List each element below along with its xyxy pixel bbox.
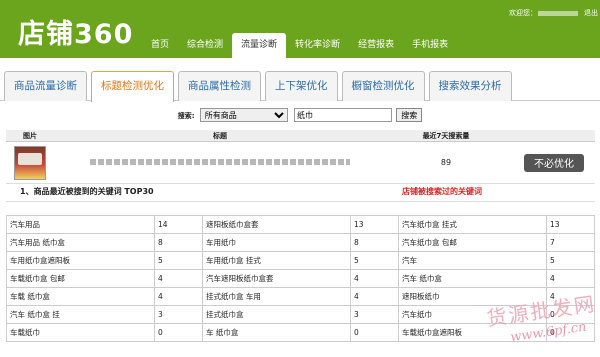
keyword-cell: 车用纸巾盒 挂式: [202, 251, 351, 270]
keyword-cell: 遮阳板纸巾: [398, 287, 547, 306]
product-thumbnail[interactable]: [14, 145, 46, 180]
keyword-cell: 汽车遮阳板纸巾盒套: [202, 269, 351, 288]
keyword-table: 汽车用品 14 遮阳板纸巾盒套 13 汽车纸巾盒 挂式 13 汽车用品 纸巾盒 8 车用纸巾 8 汽…: [6, 215, 595, 342]
user-bar: 欢迎您： 退出: [509, 8, 598, 18]
tab-listing-optimization[interactable]: 上下架优化: [265, 71, 338, 101]
keyword-count-cell: 4: [154, 269, 203, 288]
col-search-volume: 最近7天搜索量: [422, 132, 470, 140]
product-table: 图片 标题 最近7天搜索量 89 不必优化: [6, 130, 595, 184]
table-row: 汽车用品 纸巾盒 8 车用纸巾 8 汽车纸巾盒 包邮 7: [6, 233, 595, 252]
table-row: 汽车 纸巾盒 挂 3 挂式纸巾盒 3 汽车纸巾 0: [6, 305, 595, 324]
keyword-cell: 挂式纸巾盒: [202, 305, 351, 324]
keyword-cell: 汽车 纸巾盒: [398, 269, 547, 288]
keyword-count-cell: 0: [350, 323, 399, 342]
keyword-count-cell: 3: [350, 305, 399, 324]
keyword-cell: 遮阳板纸巾盒套: [202, 215, 351, 234]
keyword-cell: 车载纸巾盒遮阳板: [398, 323, 547, 342]
search-button[interactable]: 搜索: [396, 108, 423, 122]
main-nav: 首页 综合检测 流量诊断 转化率诊断 经营报表 手机报表: [142, 33, 457, 58]
keyword-cell: 汽车用品: [6, 215, 155, 234]
table-row: 车载纸巾盒 包邮 4 汽车遮阳板纸巾盒套 4 汽车 纸巾盒 4: [6, 269, 595, 288]
nav-traffic-diagnosis[interactable]: 流量诊断: [232, 33, 287, 58]
keyword-count-cell: 4: [350, 287, 399, 306]
search-input[interactable]: [294, 108, 393, 122]
keyword-count-cell: 8: [350, 233, 399, 252]
keywords-section-title: 1、商品最近被搜到的关键词 TOP30: [20, 187, 154, 196]
nav-mobile-report[interactable]: 手机报表: [403, 33, 457, 58]
keyword-count-cell: 3: [154, 305, 203, 324]
keyword-cell: 车 纸巾盒: [202, 323, 351, 342]
username-blurred: [538, 10, 578, 16]
keywords-section-header: 1、商品最近被搜到的关键词 TOP30 店铺被搜索过的关键词: [6, 182, 595, 202]
keywords-section-note: 店铺被搜索过的关键词: [402, 187, 482, 196]
keyword-cell: 汽车 纸巾盒 挂: [6, 305, 155, 324]
keyword-count-cell: 4: [546, 287, 595, 306]
keyword-cell: 车用纸巾盒遮阳板: [6, 251, 155, 270]
tab-attribute-check[interactable]: 商品属性检测: [178, 71, 261, 101]
logo: 店铺360: [18, 19, 134, 50]
keyword-count-cell: 0: [546, 305, 595, 324]
product-title-blurred: [54, 158, 386, 167]
keyword-count-cell: 0: [154, 323, 203, 342]
keyword-count-cell: 0: [546, 323, 595, 342]
table-row: 车载 纸巾盒 4 挂式纸巾盒 车用 4 遮阳板纸巾 4: [6, 287, 595, 306]
keyword-count-cell: 5: [154, 251, 203, 270]
keyword-count-cell: 4: [154, 287, 203, 306]
col-title: 标题: [213, 132, 227, 140]
nav-home[interactable]: 首页: [142, 33, 178, 58]
keyword-cell: 挂式纸巾盒 车用: [202, 287, 351, 306]
keyword-cell: 汽车用品 纸巾盒: [6, 233, 155, 252]
keyword-count-cell: 13: [350, 215, 399, 234]
keyword-count-cell: 13: [546, 215, 595, 234]
nav-conversion-diagnosis[interactable]: 转化率诊断: [286, 33, 349, 58]
tab-title-optimization[interactable]: 标题检测优化: [91, 71, 174, 102]
keyword-count-cell: 5: [350, 251, 399, 270]
search-volume-value: 89: [440, 158, 452, 167]
keyword-count-cell: 7: [546, 233, 595, 252]
keyword-count-cell: 8: [154, 233, 203, 252]
search-bar: 搜索: 所有商品 搜索: [0, 108, 600, 124]
keyword-cell: 汽车纸巾盒 挂式: [398, 215, 547, 234]
keyword-cell: 车载 纸巾盒: [6, 287, 155, 306]
keyword-cell: 车载纸巾盒 包邮: [6, 269, 155, 288]
tab-product-traffic[interactable]: 商品流量诊断: [4, 71, 87, 101]
keyword-cell: 车载纸巾: [6, 323, 155, 342]
keyword-count-cell: 14: [154, 215, 203, 234]
tab-showcase-check[interactable]: 橱窗检测优化: [341, 71, 425, 101]
keyword-count-cell: 4: [350, 269, 399, 288]
product-row: 89 不必优化: [6, 142, 595, 184]
keyword-count-cell: 4: [546, 269, 595, 288]
keyword-cell: 汽车纸巾盒 包邮: [398, 233, 547, 252]
search-label: 搜索:: [177, 111, 195, 120]
product-table-header: 图片 标题 最近7天搜索量: [6, 130, 595, 142]
nav-overall-check[interactable]: 综合检测: [178, 33, 232, 58]
keyword-cell: 汽车: [398, 251, 547, 270]
table-row: 车用纸巾盒遮阳板 5 车用纸巾盒 挂式 5 汽车 5: [6, 251, 595, 270]
top-header: 店铺360 欢迎您： 退出 首页 综合检测 流量诊断 转化率诊断 经营报表 手机报…: [0, 0, 600, 58]
nav-business-report[interactable]: 经营报表: [349, 33, 403, 58]
keyword-cell: 汽车纸巾: [398, 305, 547, 324]
welcome-text: 欢迎您：: [509, 9, 537, 17]
logout-link[interactable]: 退出: [584, 9, 598, 17]
keyword-cell: 车用纸巾: [202, 233, 351, 252]
sub-tabs: 商品流量诊断 标题检测优化 商品属性检测 上下架优化 橱窗检测优化 搜索效果分析: [0, 71, 600, 102]
table-row: 车载纸巾 0 车 纸巾盒 0 车载纸巾盒遮阳板 0: [6, 323, 595, 342]
tab-search-analysis[interactable]: 搜索效果分析: [428, 71, 512, 101]
table-row: 汽车用品 14 遮阳板纸巾盒套 13 汽车纸巾盒 挂式 13: [6, 215, 595, 234]
no-optimization-button[interactable]: 不必优化: [524, 153, 584, 172]
keyword-count-cell: 5: [546, 251, 595, 270]
col-image: 图片: [23, 132, 37, 140]
product-filter-select[interactable]: 所有商品: [199, 108, 288, 122]
